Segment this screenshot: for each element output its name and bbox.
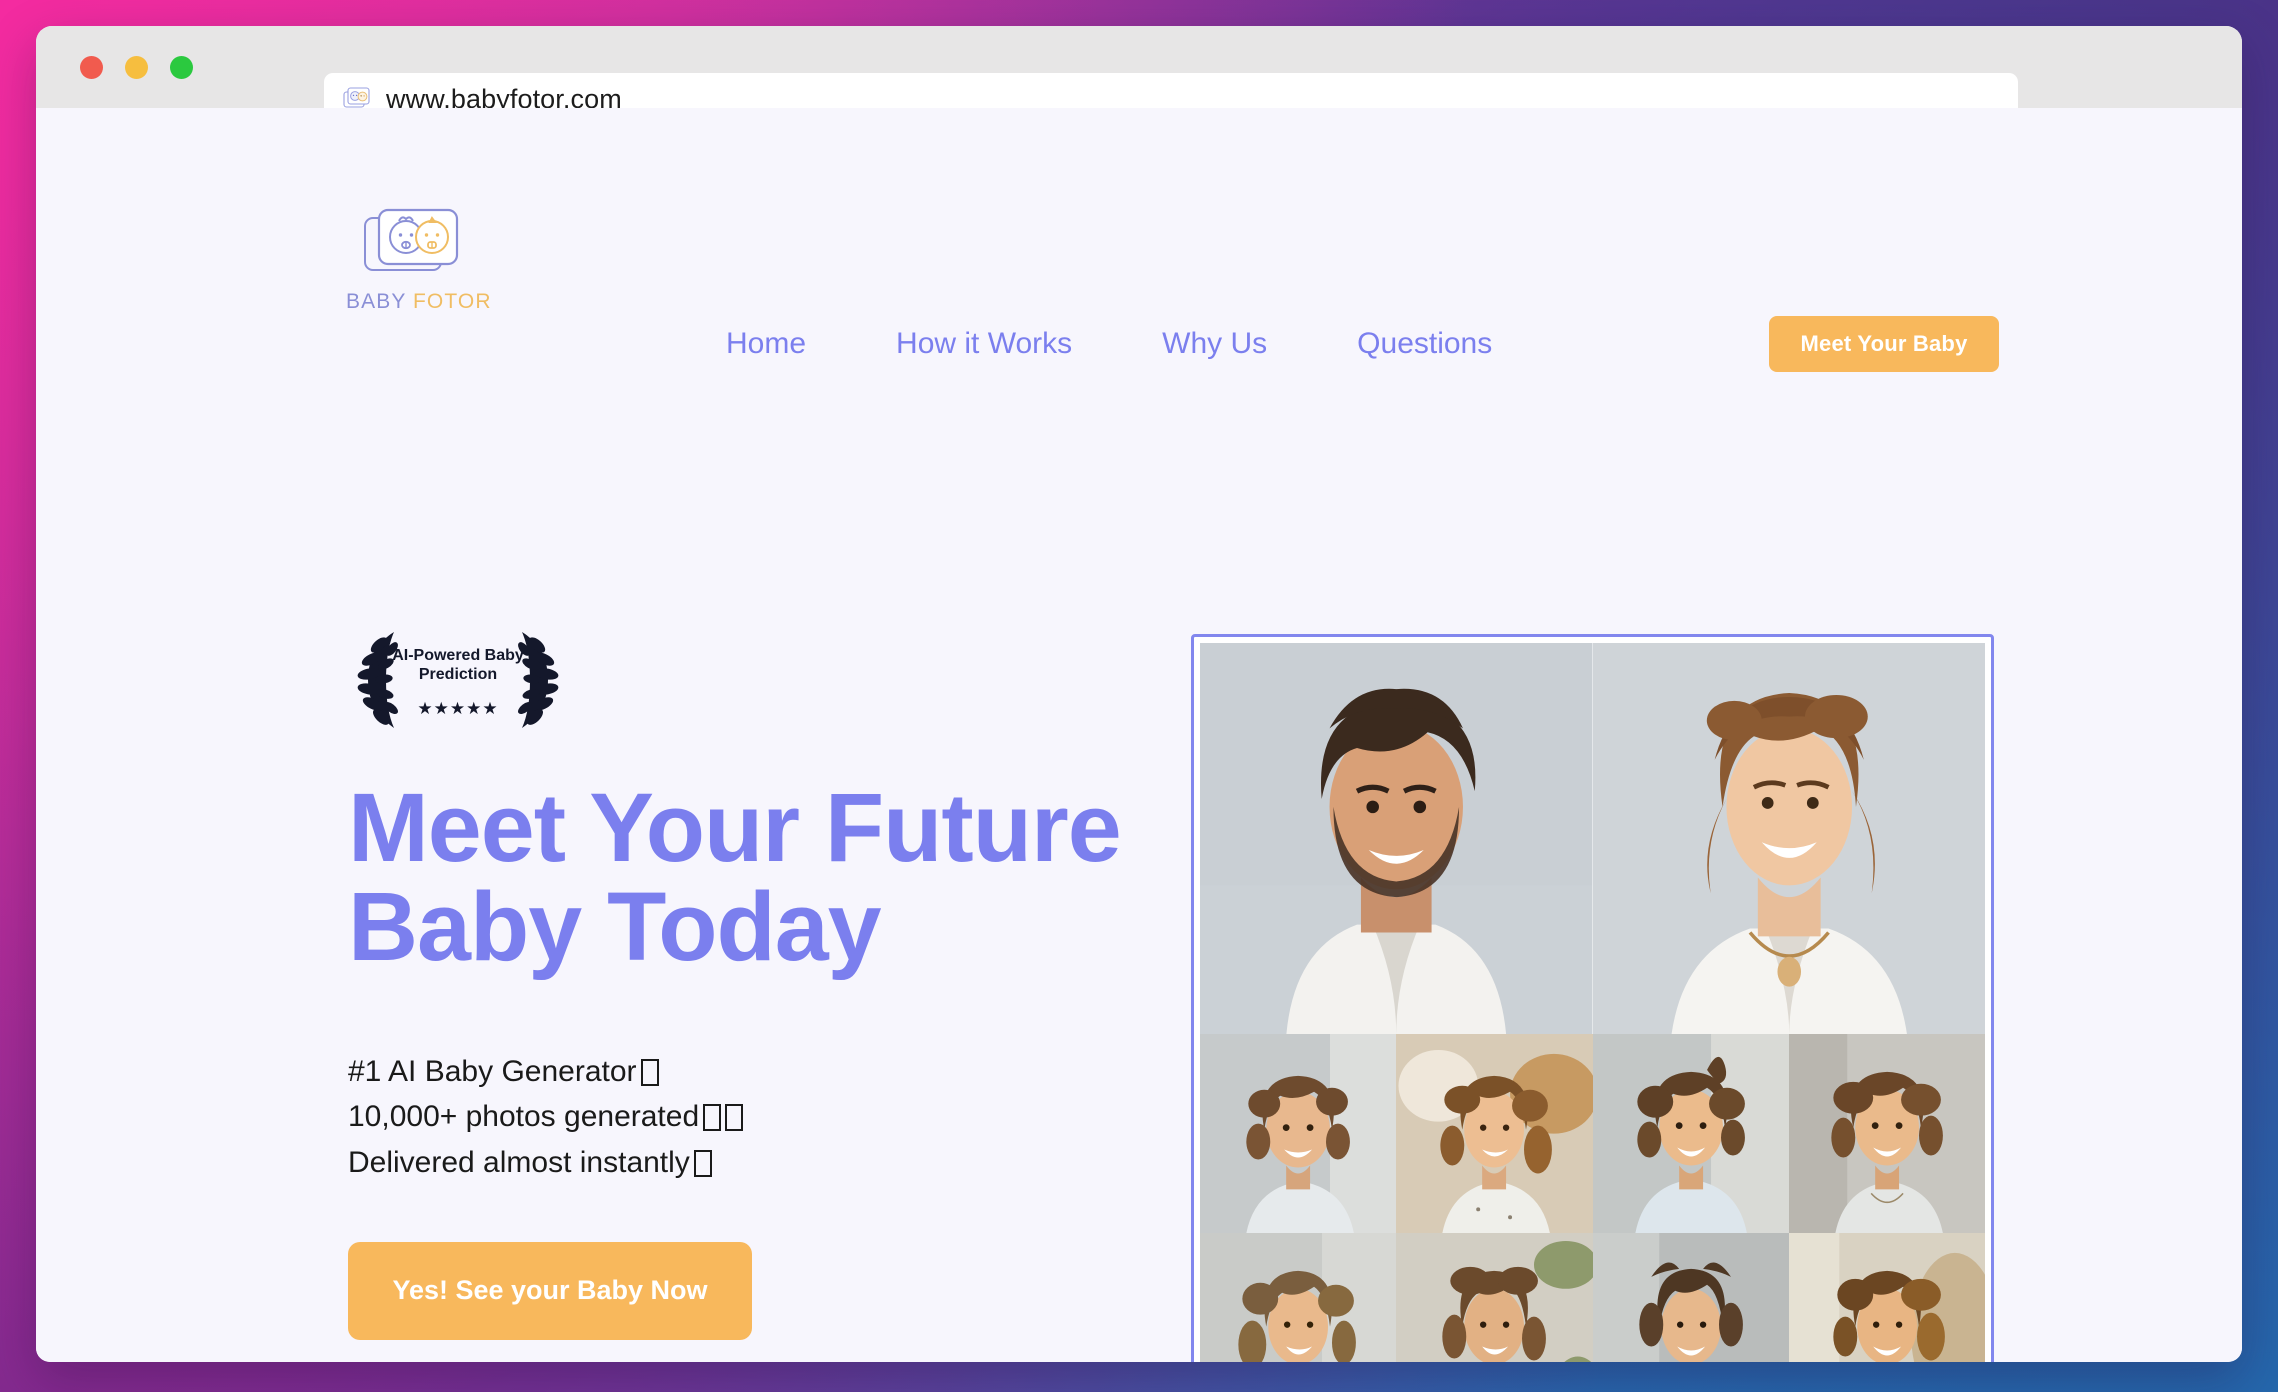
mother-portrait [1592,643,1985,1034]
child-portrait-2 [1396,1033,1593,1233]
child-portrait-5-image [1200,1232,1397,1362]
father-portrait [1200,643,1593,1034]
child-portrait-1 [1200,1033,1397,1233]
site-header: BABY FOTOR Home How it Works Why Us Ques… [36,108,2242,372]
missing-emoji-glyph-icon [703,1104,722,1132]
headline-line-1: Meet Your Future [348,773,1122,882]
father-portrait-image [1200,643,1593,1034]
minimize-window-button[interactable] [125,55,148,79]
gallery-row-parents [1200,643,1985,1034]
child-portrait-6-image [1396,1232,1593,1362]
headline-line-2: Baby Today [348,871,882,981]
missing-emoji-glyph-icon [693,1150,712,1178]
list-item: #1 AI Baby Generator [348,1049,1188,1095]
child-portrait-1-image [1200,1033,1397,1233]
feature-text-2: 10,000+ photos generated [348,1100,700,1134]
hero-feature-list: #1 AI Baby Generator 10,000+ photos gene… [348,1049,1188,1186]
child-portrait-3 [1592,1033,1789,1233]
logo-wordmark: BABY FOTOR [346,290,491,314]
child-portrait-8-image [1788,1232,1985,1362]
feature-text-1: #1 AI Baby Generator [348,1054,637,1088]
hero-section: AI-Powered Baby Prediction ★★★★★ Meet Yo… [36,328,2242,1362]
logo-word-baby: BABY [346,290,407,313]
missing-emoji-glyph-icon [725,1104,744,1132]
child-portrait-3-image [1592,1033,1789,1233]
child-portrait-4-image [1788,1033,1985,1233]
hero-see-your-baby-button[interactable]: Yes! See your Baby Now [348,1241,752,1340]
mother-portrait-image [1592,643,1985,1034]
gallery-row-children-1 [1200,1033,1985,1233]
child-portrait-2-image [1396,1033,1593,1233]
list-item: 10,000+ photos generated [348,1094,1188,1140]
badge-line-2: Prediction [419,666,497,683]
feature-text-3: Delivered almost instantly [348,1146,690,1180]
site-logo[interactable]: BABY FOTOR [346,204,491,314]
gallery-row-children-2 [1200,1232,1985,1362]
close-window-button[interactable] [80,55,103,79]
baby-faces-logo-icon [364,208,459,271]
badge-line-1: AI-Powered Baby [392,647,524,664]
child-portrait-8 [1788,1232,1985,1362]
hero-copy-column: AI-Powered Baby Prediction ★★★★★ Meet Yo… [348,618,1188,1340]
child-portrait-4 [1788,1033,1985,1233]
child-portrait-5 [1200,1232,1397,1362]
page-title: Meet Your Future Baby Today [348,778,1188,977]
list-item: Delivered almost instantly [348,1140,1188,1186]
child-portrait-7 [1592,1232,1789,1362]
browser-title-bar: www.babyfotor.com [36,26,2242,125]
maximize-window-button[interactable] [170,55,193,79]
laurel-wreath-award-badge-icon: AI-Powered Baby Prediction ★★★★★ [357,632,559,728]
child-portrait-6 [1396,1232,1593,1362]
missing-emoji-glyph-icon [640,1058,659,1086]
hero-gallery [1191,634,1994,1362]
child-portrait-7-image [1592,1232,1789,1362]
badge-star-rating: ★★★★★ [417,699,498,719]
page-body: BABY FOTOR Home How it Works Why Us Ques… [36,108,2242,1362]
browser-window: www.babyfotor.com BABY FOTOR Home How it… [36,26,2242,1362]
window-controls [80,55,193,79]
logo-word-fotor: FOTOR [413,290,492,313]
